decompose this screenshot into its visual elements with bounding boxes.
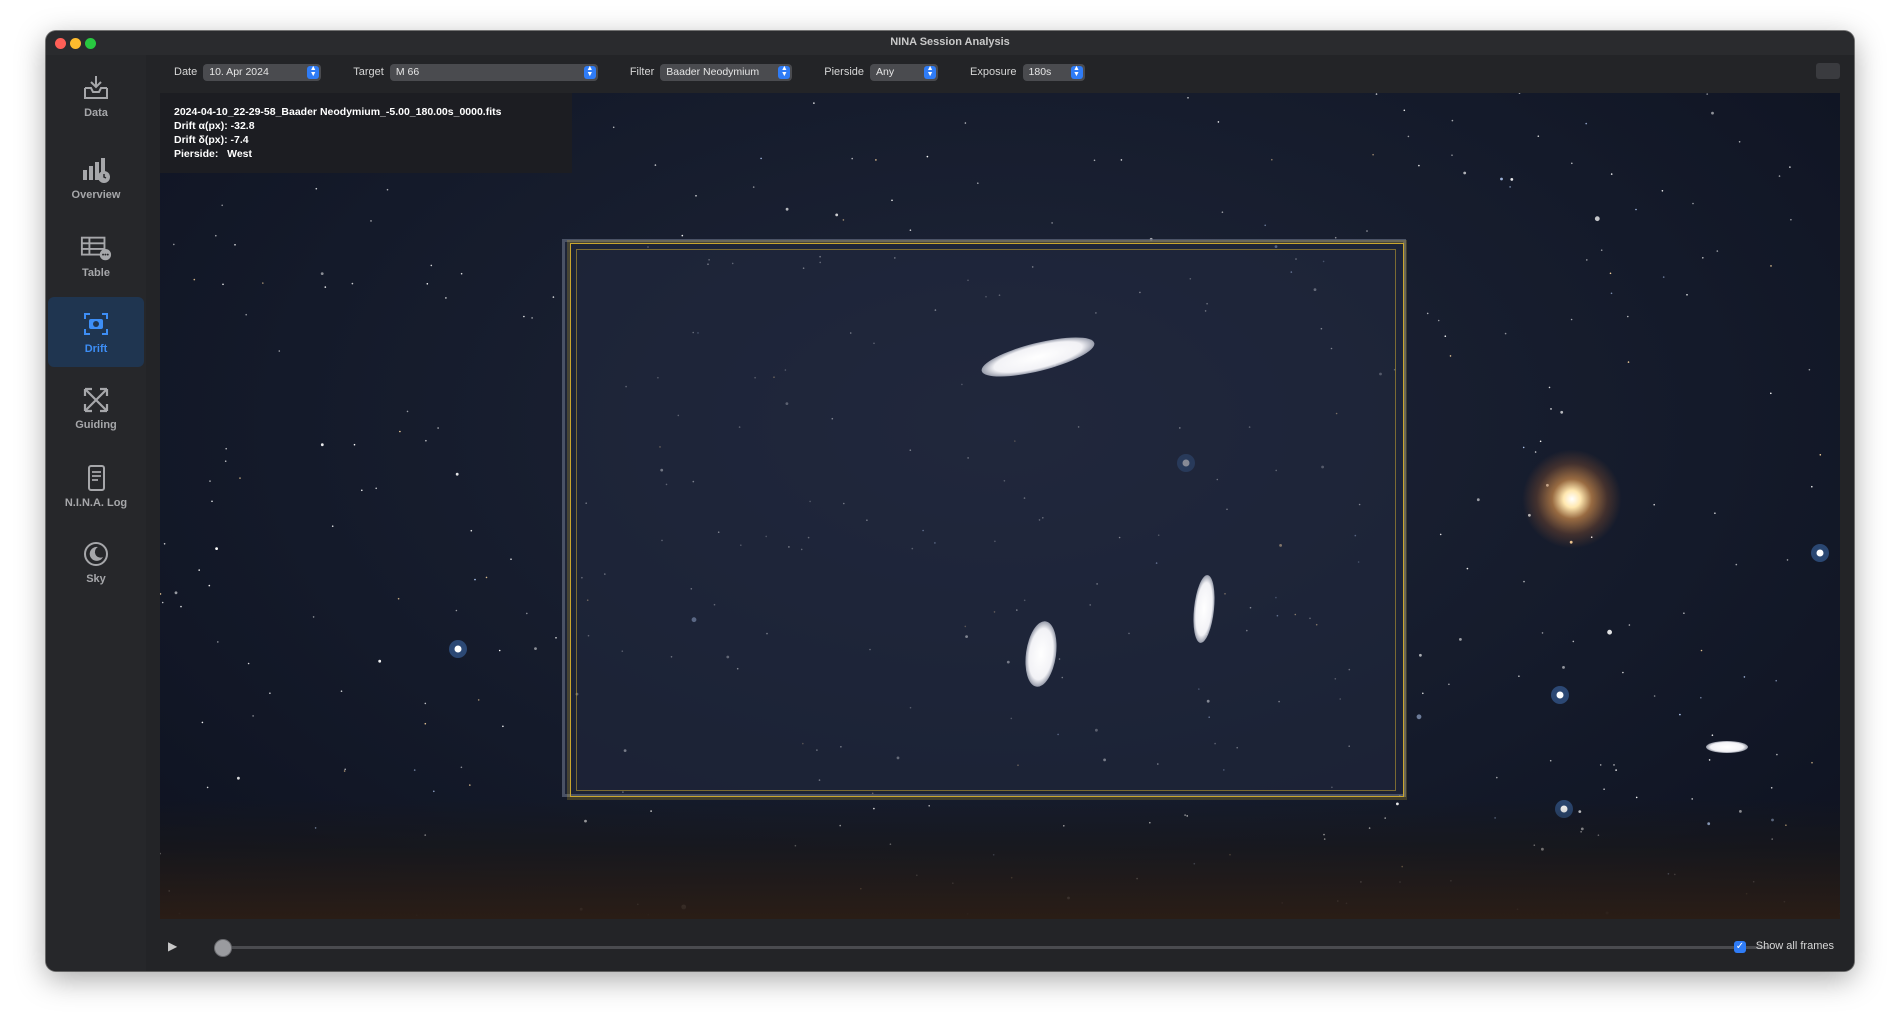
sidebar-item-guiding[interactable]: Guiding [48,373,144,443]
exposure-value: 180s [1028,65,1052,78]
filter-value: Baader Neodymium [666,65,760,78]
moon-icon [80,539,112,569]
exposure-label: Exposure [970,66,1017,78]
bright-star [1522,449,1622,549]
filter-select[interactable]: Baader Neodymium ▲ ▼ [660,63,793,81]
playback-controls: ▶ ✓ Show all frames [146,927,1854,971]
drift-image-viewer[interactable]: 2024-04-10_22-29-58_Baader Neodymium_-5.… [160,93,1840,919]
chevron-updown-icon: ▲ ▼ [583,65,596,79]
title-bar: NINA Session Analysis [46,31,1854,56]
show-all-frames-label: Show all frames [1755,940,1834,952]
pierside-info-value: West [227,148,253,160]
frame-filename: 2024-04-10_22-29-58_Baader Neodymium_-5.… [174,106,502,118]
sidebar-item-sky[interactable]: Sky [48,527,144,597]
exposure-select[interactable]: 180s ▲ ▼ [1022,63,1085,81]
target-label: Target [353,66,384,78]
tray-download-icon [80,73,112,103]
play-button[interactable]: ▶ [168,939,182,955]
sidebar-item-label: Data [84,107,108,119]
date-select[interactable]: 10. Apr 2024 ▲ ▼ [203,63,322,81]
drift-ra: Drift α(px): -32.8 [174,120,255,132]
galaxy-small [1706,741,1748,753]
frame-slider-knob[interactable] [214,939,232,957]
chevron-updown-icon: ▲ ▼ [924,65,937,79]
date-value: 10. Apr 2024 [209,65,269,78]
sidebar-item-table[interactable]: Table [48,221,144,291]
filter-label: Filter [629,66,655,78]
bar-chart-icon [80,155,112,185]
sidebar-item-drift[interactable]: Drift [48,297,144,367]
frame-info-panel: 2024-04-10_22-29-58_Baader Neodymium_-5.… [160,93,572,173]
sidebar-item-data[interactable]: Data [48,61,144,131]
chevron-updown-icon: ▲ ▼ [307,65,320,79]
chevron-updown-icon: ▲ ▼ [1070,65,1083,79]
sidebar-item-label: Guiding [75,419,117,431]
app-window: NINA Session Analysis Data Overview Tabl… [46,31,1854,971]
sidebar-item-label: Table [82,267,110,279]
camera-viewfinder-icon [80,309,112,339]
filter-bar: Date 10. Apr 2024 ▲ ▼ Target M 66 ▲ ▼ Filt… [146,55,1854,89]
sidebar-item-label: Overview [71,189,121,201]
sidebar-item-nina-log[interactable]: N.I.N.A. Log [48,451,144,521]
drift-dec: Drift δ(px): -7.4 [174,134,249,146]
show-all-frames-checkbox[interactable]: ✓ [1734,941,1746,953]
sidebar-item-label: Drift [84,343,108,355]
sidebar-item-label: Sky [86,573,106,585]
image-bottom-band [160,799,1840,919]
frame-slider-track[interactable] [222,946,1770,949]
pierside-select[interactable]: Any ▲ ▼ [870,63,939,81]
pierside-row: Pierside: West [174,147,572,161]
sidebar-toggle-button[interactable] [1816,63,1840,79]
date-label: Date [174,66,198,78]
sidebar-item-label: N.I.N.A. Log [64,497,128,509]
pierside-label: Pierside [824,66,865,78]
sidebar-item-overview[interactable]: Overview [48,143,144,213]
sidebar: Data Overview Table Drift Guiding N.I.N.… [46,55,147,971]
target-select[interactable]: M 66 ▲ ▼ [389,63,598,81]
target-value: M 66 [395,65,420,78]
chevron-updown-icon: ▲ ▼ [778,65,791,79]
document-icon [80,463,112,493]
main-content: Date 10. Apr 2024 ▲ ▼ Target M 66 ▲ ▼ Filt… [146,55,1854,971]
table-icon [80,233,112,263]
window-title: NINA Session Analysis [890,36,1010,48]
pierside-info-label: Pierside: [174,148,219,160]
frame-outline-secondary [576,249,1396,791]
pierside-value: Any [876,65,895,78]
crosshair-arrows-icon [80,385,112,415]
